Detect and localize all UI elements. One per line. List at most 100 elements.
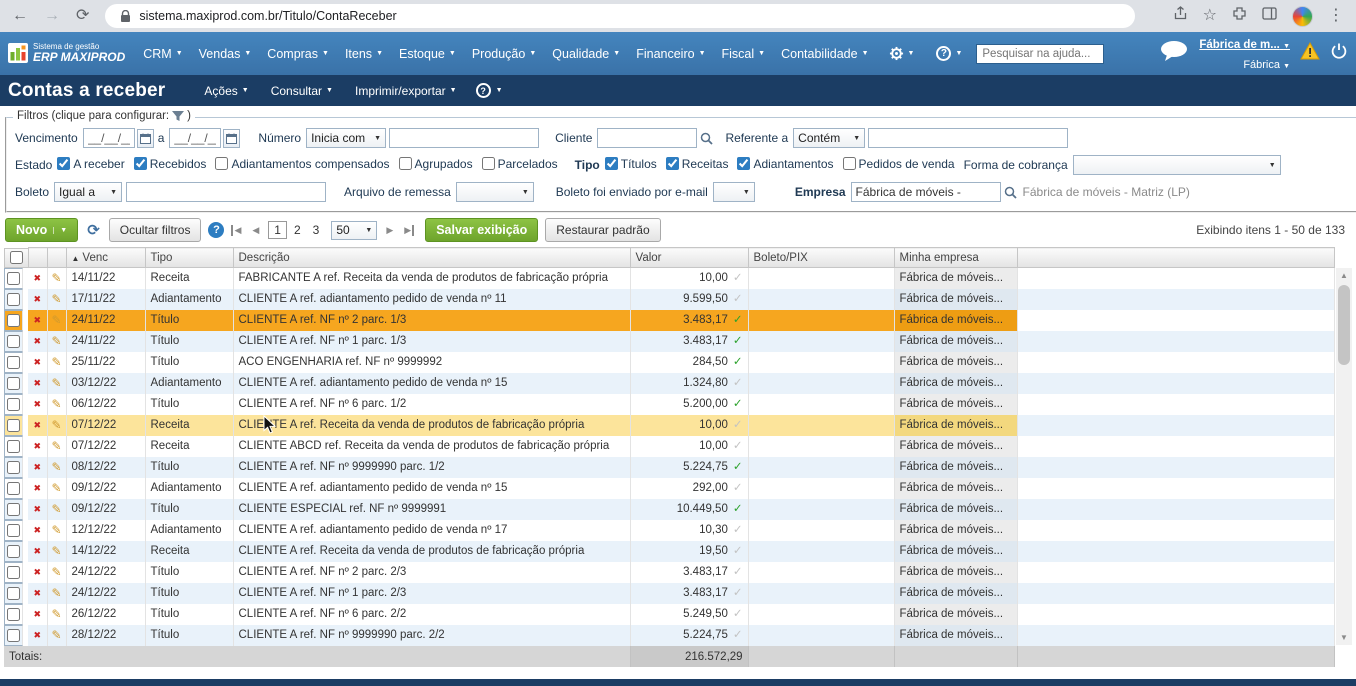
browser-menu-icon[interactable]: ⋮: [1328, 8, 1344, 24]
restaurar-padrao-button[interactable]: Restaurar padrão: [545, 218, 660, 242]
edit-row-icon[interactable]: ✎: [47, 289, 66, 310]
table-row[interactable]: ✖✎09/12/22TítuloCLIENTE ESPECIAL ref. NF…: [4, 499, 1335, 520]
delete-row-icon[interactable]: ✖: [28, 436, 47, 457]
row-checkbox[interactable]: [7, 524, 20, 537]
edit-row-icon[interactable]: ✎: [47, 457, 66, 478]
row-checkbox[interactable]: [7, 272, 20, 285]
estado-option-a-receber[interactable]: A receber: [57, 157, 124, 171]
edit-row-icon[interactable]: ✎: [47, 394, 66, 415]
arquivo-remessa-select[interactable]: ▼: [456, 182, 534, 202]
nav-menu-qualidade[interactable]: Qualidade▼: [544, 47, 628, 61]
delete-row-icon[interactable]: ✖: [28, 310, 47, 331]
table-row[interactable]: ✖✎14/12/22ReceitaCLIENTE A ref. Receita …: [4, 541, 1335, 562]
scrollbar-thumb[interactable]: [1338, 285, 1350, 365]
ocultar-filtros-button[interactable]: Ocultar filtros: [109, 218, 202, 242]
delete-row-icon[interactable]: ✖: [28, 394, 47, 415]
extensions-puzzle-icon[interactable]: [1232, 6, 1247, 26]
delete-row-icon[interactable]: ✖: [28, 268, 47, 290]
row-checkbox[interactable]: [7, 440, 20, 453]
page-menu-imprimir-exportar[interactable]: Imprimir/exportar▼: [344, 84, 468, 98]
delete-row-icon[interactable]: ✖: [28, 583, 47, 604]
first-page-icon[interactable]: ◀: [231, 225, 243, 236]
filters-legend[interactable]: Filtros (clique para configurar: ): [13, 110, 195, 122]
table-row[interactable]: ✖✎14/11/22ReceitaFABRICANTE A ref. Recei…: [4, 268, 1335, 290]
page-menu-acoes[interactable]: Ações▼: [193, 84, 259, 98]
row-checkbox[interactable]: [7, 419, 20, 432]
back-icon[interactable]: ←: [12, 8, 28, 24]
referente-operator-select[interactable]: Contém▼: [793, 128, 865, 148]
novo-button[interactable]: Novo▼: [5, 218, 78, 242]
delete-row-icon[interactable]: ✖: [28, 415, 47, 436]
table-row[interactable]: ✖✎07/12/22ReceitaCLIENTE A ref. Receita …: [4, 415, 1335, 436]
delete-row-icon[interactable]: ✖: [28, 457, 47, 478]
estado-checkbox-adiantamentos-compensados[interactable]: [215, 157, 228, 170]
settings-menu[interactable]: ▼: [881, 46, 923, 61]
estado-option-agrupados[interactable]: Agrupados: [399, 157, 473, 171]
estado-option-recebidos[interactable]: Recebidos: [134, 157, 207, 171]
referente-input[interactable]: [868, 128, 1068, 148]
table-row[interactable]: ✖✎03/12/22AdiantamentoCLIENTE A ref. adi…: [4, 373, 1335, 394]
delete-row-icon[interactable]: ✖: [28, 352, 47, 373]
row-checkbox[interactable]: [7, 314, 20, 327]
profile-avatar[interactable]: [1292, 6, 1313, 27]
tipo-option-adiantamentos[interactable]: Adiantamentos: [737, 157, 833, 171]
tipo-checkbox-pedidos-de-venda[interactable]: [843, 157, 856, 170]
edit-row-icon[interactable]: ✎: [47, 625, 66, 646]
nav-menu-producao[interactable]: Produção▼: [464, 47, 544, 61]
estado-checkbox-parcelados[interactable]: [482, 157, 495, 170]
edit-row-icon[interactable]: ✎: [47, 541, 66, 562]
tipo-checkbox-receitas[interactable]: [666, 157, 679, 170]
cliente-input[interactable]: [597, 128, 697, 148]
edit-row-icon[interactable]: ✎: [47, 520, 66, 541]
delete-row-icon[interactable]: ✖: [28, 478, 47, 499]
edit-row-icon[interactable]: ✎: [47, 373, 66, 394]
numero-operator-select[interactable]: Inicia com▼: [306, 128, 386, 148]
page-number-2[interactable]: 2: [289, 222, 306, 238]
next-page-icon[interactable]: ▶: [384, 225, 395, 236]
row-checkbox[interactable]: [7, 587, 20, 600]
delete-row-icon[interactable]: ✖: [28, 604, 47, 625]
delete-row-icon[interactable]: ✖: [28, 289, 47, 310]
empresa-input[interactable]: Fábrica de móveis -: [851, 182, 1001, 202]
table-row[interactable]: ✖✎26/12/22TítuloCLIENTE A ref. NF nº 6 p…: [4, 604, 1335, 625]
page-number-1[interactable]: 1: [268, 221, 287, 239]
row-checkbox[interactable]: [7, 482, 20, 495]
url-bar[interactable]: sistema.maxiprod.com.br/Titulo/ContaRece…: [105, 4, 1135, 28]
help-menu[interactable]: ? ▼: [928, 46, 970, 61]
row-checkbox[interactable]: [7, 293, 20, 306]
edit-row-icon[interactable]: ✎: [47, 310, 66, 331]
warning-icon[interactable]: [1300, 42, 1320, 65]
estado-checkbox-a-receber[interactable]: [57, 157, 70, 170]
row-checkbox[interactable]: [7, 461, 20, 474]
nav-menu-contabilidade[interactable]: Contabilidade▼: [773, 47, 876, 61]
salvar-exibicao-button[interactable]: Salvar exibição: [425, 218, 538, 242]
boleto-email-select[interactable]: ▼: [713, 182, 755, 202]
edit-row-icon[interactable]: ✎: [47, 583, 66, 604]
edit-row-icon[interactable]: ✎: [47, 604, 66, 625]
help-search-input[interactable]: [976, 44, 1104, 64]
table-row[interactable]: ✖✎08/12/22TítuloCLIENTE A ref. NF nº 999…: [4, 457, 1335, 478]
prev-page-icon[interactable]: ◀: [250, 225, 261, 236]
last-page-icon[interactable]: ▶: [402, 225, 414, 236]
page-number-3[interactable]: 3: [308, 222, 325, 238]
tipo-checkbox-titulos[interactable]: [605, 157, 618, 170]
numero-input[interactable]: [389, 128, 539, 148]
estado-option-parcelados[interactable]: Parcelados: [482, 157, 558, 171]
tipo-option-pedidos-de-venda[interactable]: Pedidos de venda: [843, 157, 955, 171]
search-icon[interactable]: [700, 132, 713, 145]
estado-checkbox-recebidos[interactable]: [134, 157, 147, 170]
table-row[interactable]: ✖✎12/12/22AdiantamentoCLIENTE A ref. adi…: [4, 520, 1335, 541]
refresh-grid-icon[interactable]: ⟳: [87, 221, 100, 239]
forma-cobranca-select[interactable]: ▼: [1073, 155, 1281, 175]
vencimento-to-input[interactable]: [169, 128, 221, 148]
vertical-scrollbar[interactable]: ▲ ▼: [1336, 268, 1352, 645]
delete-row-icon[interactable]: ✖: [28, 331, 47, 352]
forward-icon[interactable]: →: [44, 8, 60, 24]
table-row[interactable]: ✖✎06/12/22TítuloCLIENTE A ref. NF nº 6 p…: [4, 394, 1335, 415]
table-row[interactable]: ✖✎28/12/22TítuloCLIENTE A ref. NF nº 999…: [4, 625, 1335, 646]
edit-row-icon[interactable]: ✎: [47, 478, 66, 499]
edit-row-icon[interactable]: ✎: [47, 499, 66, 520]
row-checkbox[interactable]: [7, 377, 20, 390]
table-row[interactable]: ✖✎07/12/22ReceitaCLIENTE ABCD ref. Recei…: [4, 436, 1335, 457]
vencimento-from-input[interactable]: [83, 128, 135, 148]
